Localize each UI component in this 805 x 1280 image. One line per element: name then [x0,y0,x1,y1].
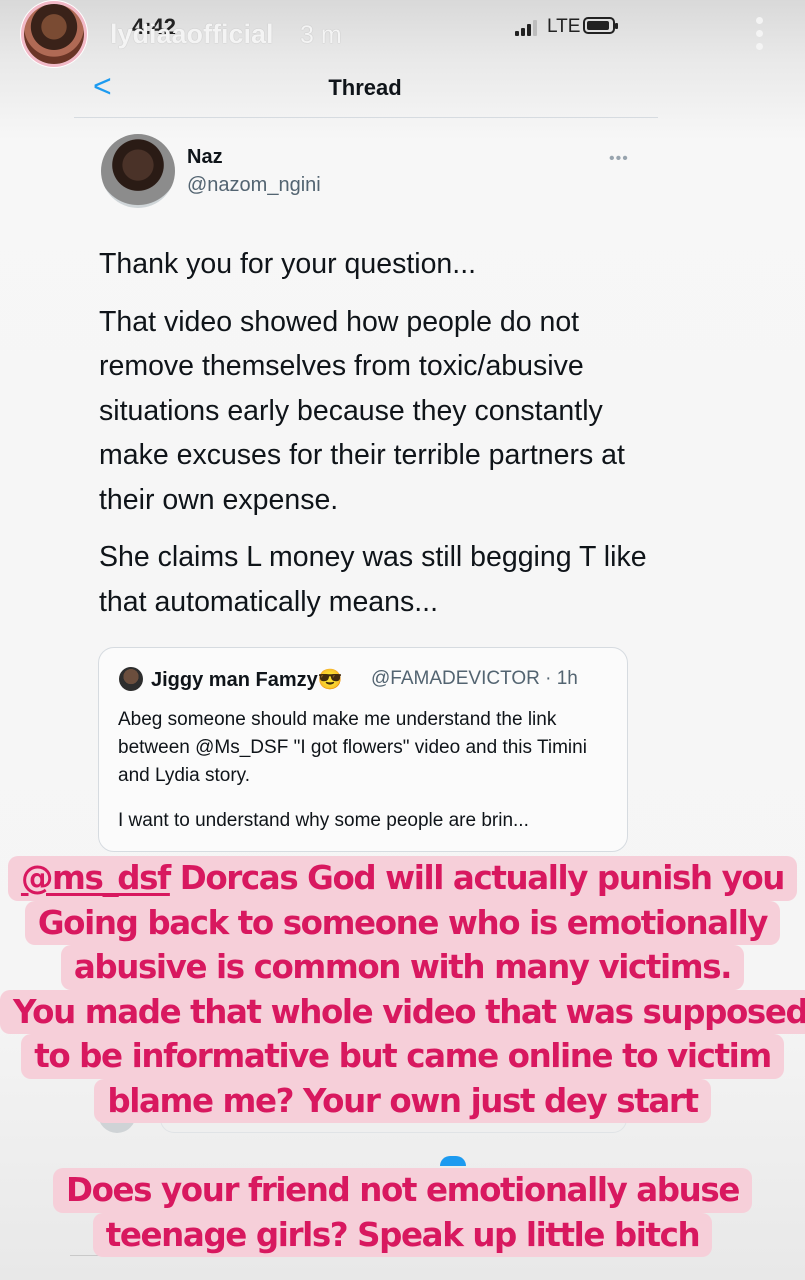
quoted-tweet-text: Abeg someone should make me understand t… [118,706,618,852]
story-screen: 4:42 lydiaaofficial 3 m LTE < Thread Naz… [0,0,805,1280]
quoted-author-avatar [119,667,143,691]
sticker-line: @ms_dsf Dorcas God will actually punish … [7,856,798,901]
reply-indicator [440,1156,466,1166]
sticker-line: teenage girls? Speak up little bitch [92,1212,713,1257]
sticker-line: to be informative but came online to vic… [21,1034,784,1079]
author-avatar[interactable] [101,134,175,208]
text-sticker-1[interactable]: @ms_dsf Dorcas God will actually punish … [0,856,805,1123]
quoted-handle-time: @FAMADEVICTOR · 1h [371,668,578,689]
quoted-paragraph: I want to understand why some people are… [118,810,529,831]
back-chevron-icon[interactable]: < [93,70,112,102]
author-name[interactable]: Naz [187,146,223,169]
story-username[interactable]: lydiaaofficial [110,19,274,50]
signal-icon [515,20,541,36]
tweet-paragraph: She claims L money was still begging T l… [99,541,647,618]
sticker-line: abusive is common with many victims. [60,945,745,990]
sticker-line: You made that whole video that was suppo… [0,989,805,1034]
sticker-line: blame me? Your own just dey start [94,1078,711,1123]
story-avatar[interactable] [24,4,84,64]
battery-icon [583,17,618,34]
quoted-tweet-card[interactable]: Jiggy man Famzy😎 @FAMADEVICTOR · 1h Abeg… [98,647,628,852]
story-time-ago: 3 m [300,21,342,49]
tweet-paragraph: That video showed how people do not remo… [99,305,625,516]
tweet-more-icon[interactable]: ••• [609,150,629,168]
tweet-body: Thank you for your question... That vide… [99,242,659,637]
sticker-line: Does your friend not emotionally abuse [53,1168,752,1213]
quoted-paragraph: Abeg someone should make me understand t… [118,709,587,786]
network-label: LTE [547,16,581,37]
header-divider [74,117,658,118]
sticker-line: Going back to someone who is emotionally [24,900,781,945]
thread-title: Thread [328,75,402,100]
mention-link[interactable]: @ms_dsf [21,859,171,897]
story-more-icon[interactable] [745,14,773,54]
quoted-author-name: Jiggy man Famzy😎 [151,669,343,691]
author-handle[interactable]: @nazom_ngini [187,174,321,197]
sticker-line-text: Dorcas God will actually punish you [169,859,786,897]
text-sticker-2[interactable]: Does your friend not emotionally abuse t… [0,1168,805,1257]
tweet-paragraph: Thank you for your question... [99,248,477,280]
